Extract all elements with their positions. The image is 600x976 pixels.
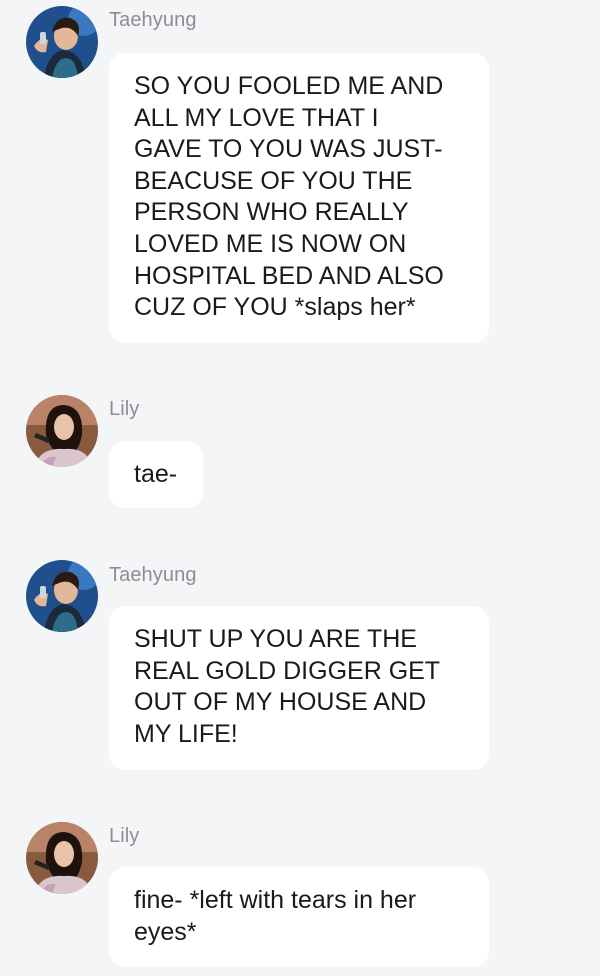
- sender-name: Taehyung: [109, 9, 197, 31]
- sender-name: Lily: [109, 398, 140, 420]
- lily-avatar[interactable]: [26, 822, 98, 894]
- sender-name: Taehyung: [109, 564, 197, 586]
- sender-name: Lily: [109, 825, 140, 847]
- taehyung-avatar[interactable]: [26, 560, 98, 632]
- message-bubble: fine- *left with tears in her eyes*: [109, 867, 489, 967]
- message-bubble: SHUT UP YOU ARE THE REAL GOLD DIGGER GET…: [109, 606, 489, 770]
- lily-avatar[interactable]: [26, 395, 98, 467]
- message-bubble: tae-: [109, 441, 203, 508]
- message-bubble: SO YOU FOOLED ME AND ALL MY LOVE THAT I …: [109, 53, 489, 343]
- taehyung-avatar[interactable]: [26, 6, 98, 78]
